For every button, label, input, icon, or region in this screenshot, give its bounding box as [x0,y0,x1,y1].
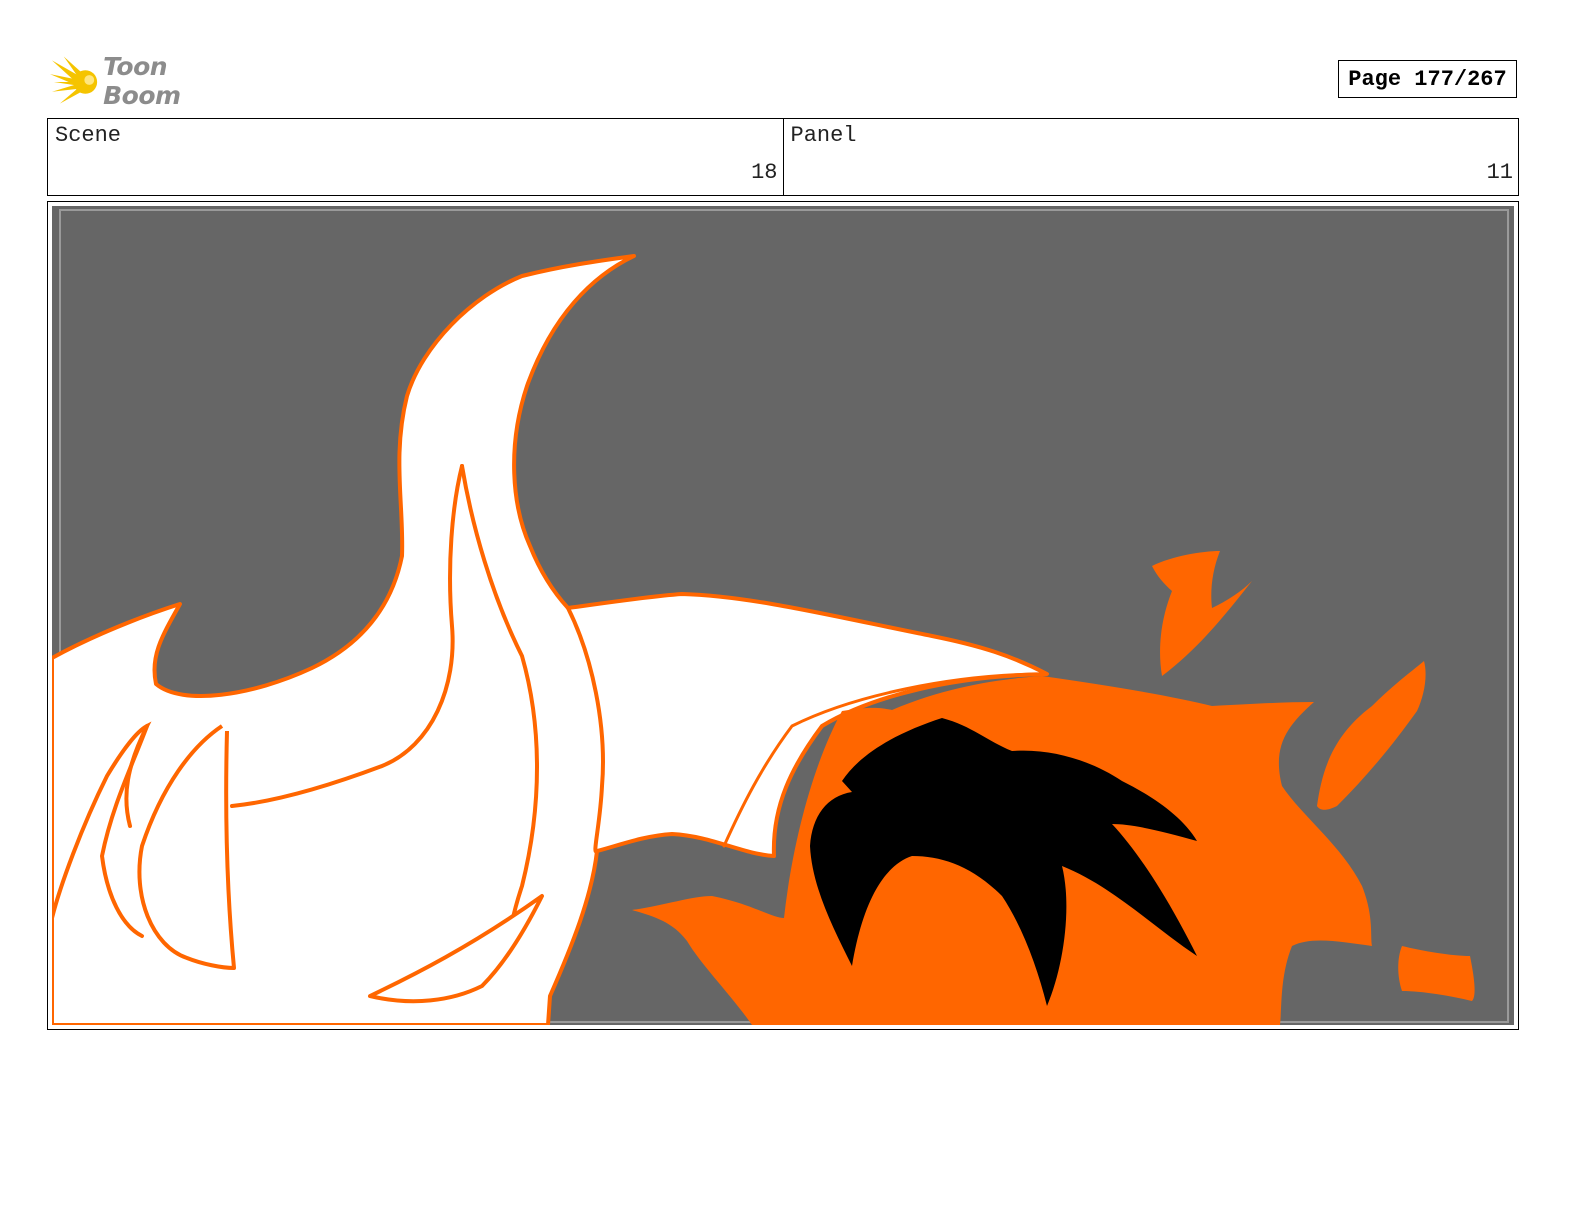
toon-boom-logo: Toon Boom [50,52,250,110]
scene-panel-header: Scene 18 Panel 11 [47,118,1519,196]
storyboard-panel [47,201,1519,1030]
panel-drawing [52,206,1514,1025]
logo-text: Toon Boom [103,52,181,110]
page-number: Page 177/267 [1338,60,1517,98]
scene-label: Scene [55,123,122,148]
starburst-icon [50,56,98,104]
panel-label: Panel [790,123,857,148]
scene-number: 18 [751,160,778,185]
scene-cell: Scene 18 [48,119,783,195]
panel-cell: Panel 11 [782,119,1519,195]
panel-number: 11 [1486,160,1513,185]
